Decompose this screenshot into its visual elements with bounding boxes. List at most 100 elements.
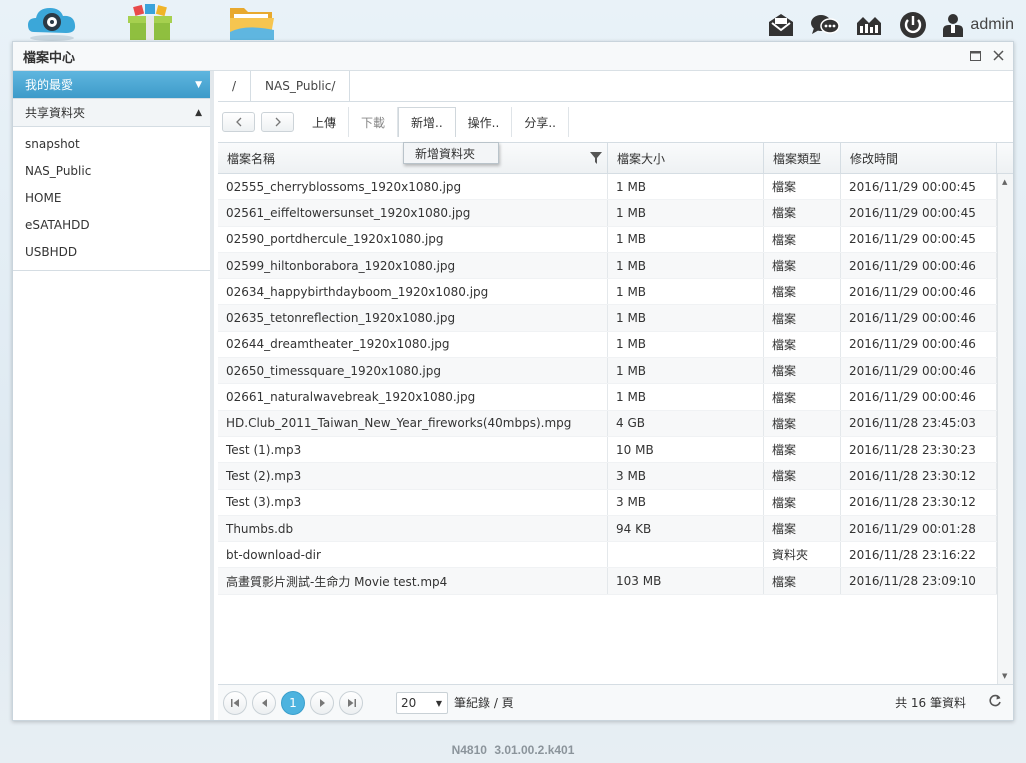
cell-modified: 2016/11/29 00:00:45 <box>841 226 997 252</box>
cell-modified: 2016/11/29 00:00:46 <box>841 358 997 384</box>
prev-page-button[interactable] <box>252 690 276 715</box>
cell-modified: 2016/11/29 00:01:28 <box>841 515 997 542</box>
breadcrumb-current[interactable]: NAS_Public/ <box>251 71 351 101</box>
table-row[interactable]: 02555_cherryblossoms_1920x1080.jpg 1 MB 檔案… <box>218 174 997 201</box>
share-button[interactable]: 分享.. <box>512 107 569 137</box>
cell-name: 高畫質影片測試-生命力 Movie test.mp4 <box>218 568 608 594</box>
firmware-version: 3.01.00.2.k401 <box>494 743 575 757</box>
table-row[interactable]: 02644_dreamtheater_1920x1080.jpg 1 MB 檔案 20… <box>218 331 997 359</box>
cell-modified: 2016/11/29 00:00:46 <box>841 252 997 279</box>
power-icon[interactable] <box>898 11 928 39</box>
cell-name: Test (2).mp3 <box>218 463 608 489</box>
first-page-button[interactable] <box>223 690 247 715</box>
cell-modified: 2016/11/28 23:45:03 <box>841 410 997 436</box>
download-button[interactable]: 下載 <box>349 107 399 137</box>
cell-size: 10 MB <box>608 436 764 463</box>
user-menu[interactable]: admin <box>942 13 1014 37</box>
back-button[interactable] <box>222 112 255 132</box>
upload-button[interactable]: 上傳 <box>300 107 350 137</box>
scroll-down-icon[interactable]: ▼ <box>1002 672 1007 680</box>
window-title: 檔案中心 <box>23 50 76 66</box>
last-page-icon <box>347 698 356 707</box>
table-row[interactable]: 02599_hiltonborabora_1920x1080.jpg 1 MB 檔案… <box>218 252 997 280</box>
refresh-icon[interactable] <box>989 694 1002 710</box>
column-header-size[interactable]: 檔案大小 <box>608 143 764 173</box>
cell-name: 02590_portdhercule_1920x1080.jpg <box>218 226 608 252</box>
table-row[interactable]: 02590_portdhercule_1920x1080.jpg 1 MB 檔案 20… <box>218 226 997 253</box>
cell-type: 檔案 <box>764 410 841 436</box>
column-header-modified[interactable]: 修改時間 <box>841 143 997 173</box>
table-row[interactable]: Test (2).mp3 3 MB 檔案 2016/11/28 23:30:12 <box>218 463 997 490</box>
sidebar-favorites-header[interactable]: 我的最愛 ▼ <box>13 71 210 99</box>
scroll-up-icon[interactable]: ▲ <box>1002 178 1007 186</box>
table-row[interactable]: Test (1).mp3 10 MB 檔案 2016/11/28 23:30:23 <box>218 436 997 464</box>
next-page-icon <box>319 698 325 707</box>
filter-icon[interactable] <box>590 152 602 167</box>
caret-up-icon: ▲ <box>195 108 202 118</box>
table-row[interactable]: 02561_eiffeltowersunset_1920x1080.jpg 1 M… <box>218 200 997 227</box>
cell-modified: 2016/11/28 23:30:23 <box>841 436 997 463</box>
table-row[interactable]: 02650_timessquare_1920x1080.jpg 1 MB 檔案 201… <box>218 358 997 385</box>
cell-name: 02634_happybirthdayboom_1920x1080.jpg <box>218 279 608 305</box>
sidebar-item-home[interactable]: HOME <box>13 185 210 212</box>
table-row[interactable]: Thumbs.db 94 KB 檔案 2016/11/29 00:01:28 <box>218 515 997 543</box>
vertical-scrollbar[interactable]: ▲ ▼ <box>997 174 1013 684</box>
sidebar-shared-header[interactable]: 共享資料夾 ▲ <box>13 99 210 127</box>
sidebar-item-nas-public[interactable]: NAS_Public <box>13 158 210 185</box>
sidebar-item-snapshot[interactable]: snapshot <box>13 131 210 158</box>
new-folder-menu-item[interactable]: 新增資料夾 <box>403 142 499 164</box>
operate-button[interactable]: 操作.. <box>456 107 513 137</box>
column-header-type[interactable]: 檔案類型 <box>764 143 841 173</box>
close-icon[interactable] <box>992 49 1005 62</box>
file-center-icon[interactable] <box>226 2 278 42</box>
cloud-backup-icon[interactable] <box>26 2 78 42</box>
table-row[interactable]: 02635_tetonreflection_1920x1080.jpg 1 MB 檔… <box>218 305 997 332</box>
table-row[interactable]: 高畫質影片測試-生命力 Movie test.mp4 103 MB 檔案 2016/1… <box>218 568 997 595</box>
table-row[interactable]: 02661_naturalwavebreak_1920x1080.jpg 1 MB… <box>218 384 997 411</box>
first-page-icon <box>230 698 239 707</box>
cell-size: 1 MB <box>608 305 764 331</box>
cell-name: Thumbs.db <box>218 515 608 542</box>
cell-name: Test (3).mp3 <box>218 489 608 515</box>
cell-name: 02555_cherryblossoms_1920x1080.jpg <box>218 174 608 200</box>
forward-button[interactable] <box>261 112 294 132</box>
total-records: 共 16 筆資料 <box>895 696 966 710</box>
sidebar-item-usbhdd[interactable]: USBHDD <box>13 239 210 266</box>
add-button[interactable]: 新增.. <box>398 107 456 137</box>
breadcrumb-root[interactable]: / <box>218 71 252 101</box>
sidebar-item-esatahdd[interactable]: eSATAHDD <box>13 212 210 239</box>
monitor-icon[interactable] <box>854 11 884 39</box>
current-page-button[interactable]: 1 <box>281 690 305 715</box>
cell-type: 檔案 <box>764 515 841 542</box>
cell-name: 02635_tetonreflection_1920x1080.jpg <box>218 305 608 331</box>
file-center-window: 檔案中心 我的最愛 ▼ 共享資料夾 ▲ snapshot NAS_Public … <box>12 41 1014 721</box>
system-tray: admin <box>766 10 1014 40</box>
table-row[interactable]: Test (3).mp3 3 MB 檔案 2016/11/28 23:30:12 <box>218 489 997 516</box>
pagination: 1 20 ▼ 筆紀錄 / 頁 共 16 筆資料 <box>218 684 1013 720</box>
user-name: admin <box>970 16 1014 33</box>
cell-type: 檔案 <box>764 331 841 358</box>
message-icon[interactable] <box>766 11 796 39</box>
next-page-button[interactable] <box>310 690 334 715</box>
page-size-unit: 筆紀錄 / 頁 <box>454 696 514 710</box>
chat-icon[interactable] <box>810 11 841 39</box>
cell-type: 檔案 <box>764 436 841 463</box>
last-page-button[interactable] <box>339 690 363 715</box>
cell-modified: 2016/11/28 23:16:22 <box>841 542 997 568</box>
table-row[interactable]: bt-download-dir 資料夾 2016/11/28 23:16:22 <box>218 542 997 569</box>
cell-size: 1 MB <box>608 226 764 252</box>
cell-modified: 2016/11/28 23:30:12 <box>841 463 997 489</box>
app-center-icon[interactable] <box>124 2 176 42</box>
window-titlebar: 檔案中心 <box>13 42 1013 71</box>
page-size-select[interactable]: 20 ▼ <box>396 691 448 714</box>
maximize-icon[interactable] <box>969 49 982 62</box>
cell-name: 02644_dreamtheater_1920x1080.jpg <box>218 331 608 358</box>
table-body: 02555_cherryblossoms_1920x1080.jpg 1 MB 檔案… <box>218 174 997 684</box>
cell-type: 檔案 <box>764 384 841 410</box>
cell-name: Test (1).mp3 <box>218 436 608 463</box>
cell-type: 檔案 <box>764 226 841 252</box>
table-row[interactable]: HD.Club_2011_Taiwan_New_Year_fireworks(4… <box>218 410 997 437</box>
table-row[interactable]: 02634_happybirthdayboom_1920x1080.jpg 1 M… <box>218 279 997 306</box>
column-name-label: 檔案名稱 <box>227 151 276 166</box>
cell-modified: 2016/11/29 00:00:45 <box>841 174 997 200</box>
